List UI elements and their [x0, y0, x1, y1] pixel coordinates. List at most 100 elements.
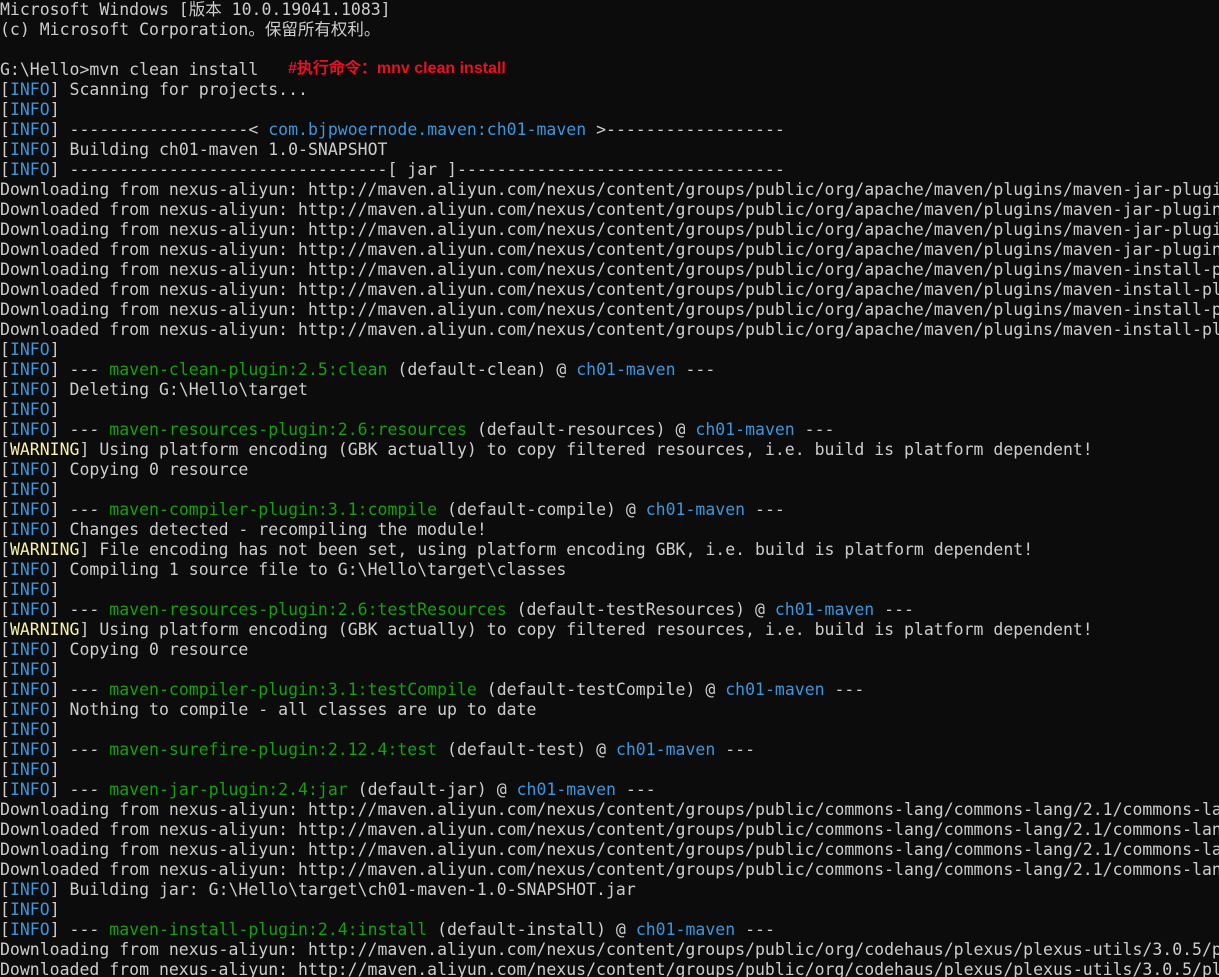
artifact-id: ch01-maven — [615, 740, 716, 759]
info-tag: INFO — [9, 760, 50, 779]
info-tag: INFO — [9, 900, 50, 919]
console-line: [INFO] Nothing to compile - all classes … — [0, 700, 537, 719]
line-text: File encoding has not been set, using pl… — [89, 540, 1034, 559]
console-line: Downloaded from nexus-aliyun: http://mav… — [0, 860, 1219, 880]
execution-id: (default-testResources) @ — [506, 600, 775, 619]
info-tag: INFO — [9, 560, 50, 579]
console-line: [WARNING] File encoding has not been set… — [0, 540, 1034, 559]
console-line: Downloaded from nexus-aliyun: http://mav… — [0, 960, 1219, 977]
info-tag: INFO — [9, 740, 50, 759]
warning-tag: WARNING — [9, 620, 80, 639]
artifact-id: ch01-maven — [695, 420, 795, 439]
info-tag: INFO — [9, 880, 50, 899]
separator: ------------------< — [59, 120, 269, 139]
console-line: Downloading from nexus-aliyun: http://ma… — [0, 260, 1219, 280]
info-tag: INFO — [9, 600, 50, 619]
annotation-note: #执行命令：mnv clean install — [288, 60, 506, 77]
line-text: Nothing to compile - all classes are up … — [59, 700, 537, 719]
plugin-goal: maven-compiler-plugin:3.1:testCompile — [109, 680, 477, 700]
info-tag: INFO — [9, 380, 50, 399]
console-line: Downloading from nexus-aliyun: http://ma… — [0, 800, 1219, 820]
console-line: [INFO] — [0, 340, 60, 359]
info-tag: INFO — [9, 520, 50, 539]
info-tag: INFO — [9, 80, 50, 99]
console-line: [INFO] Copying 0 resource — [0, 640, 249, 659]
plugin-goal: maven-resources-plugin:2.6:resources — [109, 420, 467, 440]
line-text: Downloading from nexus-aliyun: http://ma… — [0, 300, 1219, 319]
info-tag: INFO — [9, 160, 50, 179]
console-line: [INFO] Changes detected - recompiling th… — [0, 520, 487, 539]
artifact-id: ch01-maven — [516, 780, 616, 799]
info-tag: INFO — [9, 140, 50, 159]
console-line: [INFO] Building ch01-maven 1.0-SNAPSHOT — [0, 140, 388, 159]
info-tag: INFO — [9, 700, 50, 719]
info-tag: INFO — [9, 580, 50, 599]
info-tag: INFO — [9, 120, 50, 139]
line-text: Downloading from nexus-aliyun: http://ma… — [0, 180, 1219, 199]
console-line: [INFO] Scanning for projects... — [0, 80, 308, 99]
console-line: Downloading from nexus-aliyun: http://ma… — [0, 300, 1219, 320]
execution-id: (default-install) @ — [427, 920, 636, 939]
console-line: [INFO] Deleting G:\Hello\target — [0, 380, 308, 399]
line-text: Downloaded from nexus-aliyun: http://mav… — [0, 280, 1219, 299]
line-text: Copying 0 resource — [59, 640, 249, 659]
console-line: [INFO] Compiling 1 source file to G:\Hel… — [0, 560, 567, 579]
execution-id: (default-clean) @ — [387, 360, 577, 379]
line-text: Compiling 1 source file to G:\Hello\targ… — [59, 560, 567, 579]
line-text: Downloading from nexus-aliyun: http://ma… — [0, 220, 1219, 239]
terminal-output[interactable]: Microsoft Windows [版本 10.0.19041.1083] (c… — [0, 0, 1219, 977]
info-tag: INFO — [9, 680, 50, 699]
console-line: [INFO] — [0, 580, 60, 599]
line-text: Downloaded from nexus-aliyun: http://mav… — [0, 820, 1219, 839]
plugin-goal: maven-jar-plugin:2.4:jar — [109, 780, 348, 800]
plugin-goal: maven-surefire-plugin:2.12.4:test — [109, 740, 438, 760]
console-line: [INFO] — [0, 660, 60, 679]
info-tag: INFO — [9, 420, 50, 439]
line-text: (c) Microsoft Corporation。保留所有权利。 — [0, 20, 381, 39]
console-line: [INFO] --- maven-resources-plugin:2.6:re… — [0, 420, 1219, 440]
console-line: Downloading from nexus-aliyun: http://ma… — [0, 220, 1219, 240]
plugin-goal: maven-clean-plugin:2.5:clean — [109, 360, 388, 380]
line-text: Building jar: G:\Hello\target\ch01-maven… — [59, 880, 636, 899]
info-tag: INFO — [9, 340, 50, 359]
line-text: Downloaded from nexus-aliyun: http://mav… — [0, 320, 1219, 339]
line-text: Downloading from nexus-aliyun: http://ma… — [0, 940, 1219, 959]
console-line: [INFO] — [0, 900, 60, 919]
console-line: Downloaded from nexus-aliyun: http://mav… — [0, 240, 1219, 260]
line-text: Building ch01-maven 1.0-SNAPSHOT — [59, 140, 388, 159]
artifact-id: ch01-maven — [635, 920, 736, 939]
line-text: Downloaded from nexus-aliyun: http://mav… — [0, 200, 1219, 219]
command-prompt: G:\Hello> — [0, 60, 90, 79]
console-line: [INFO] — [0, 760, 60, 779]
line-text: --------------------------------[ jar ]-… — [59, 160, 785, 179]
line-text: Microsoft Windows [版本 10.0.19041.1083] — [0, 0, 391, 19]
info-tag: INFO — [9, 480, 50, 499]
console-line: Downloading from nexus-aliyun: http://ma… — [0, 840, 1219, 860]
info-tag: INFO — [9, 920, 50, 939]
console-line: [INFO] — [0, 100, 60, 119]
line-text: Downloading from nexus-aliyun: http://ma… — [0, 800, 1219, 819]
console-line: [WARNING] Using platform encoding (GBK a… — [0, 440, 1093, 459]
console-line: [INFO] ------------------< com.bjpwoerno… — [0, 120, 785, 139]
line-text: Changes detected - recompiling the modul… — [59, 520, 487, 539]
console-line: [INFO] --- maven-compiler-plugin:3.1:tes… — [0, 680, 1219, 700]
info-tag: INFO — [9, 500, 50, 519]
info-tag: INFO — [9, 780, 50, 799]
console-line: [INFO] --------------------------------[… — [0, 160, 785, 179]
console-line: [INFO] Building jar: G:\Hello\target\ch0… — [0, 880, 636, 899]
line-text: Downloading from nexus-aliyun: http://ma… — [0, 260, 1219, 279]
info-tag: INFO — [9, 660, 50, 679]
console-line: (c) Microsoft Corporation。保留所有权利。 — [0, 20, 1219, 40]
console-line: [INFO] Copying 0 resource — [0, 460, 249, 479]
line-text: Using platform encoding (GBK actually) t… — [89, 440, 1093, 459]
execution-id: (default-test) @ — [437, 740, 616, 759]
line-text: Copying 0 resource — [59, 460, 249, 479]
console-line: [INFO] --- maven-jar-plugin:2.4:jar (def… — [0, 780, 1219, 800]
console-line: [INFO] --- maven-install-plugin:2.4:inst… — [0, 920, 1219, 940]
execution-id: (default-compile) @ — [437, 500, 646, 519]
line-text: Downloading from nexus-aliyun: http://ma… — [0, 840, 1219, 859]
console-line: Downloading from nexus-aliyun: http://ma… — [0, 180, 1219, 200]
console-line: Downloading from nexus-aliyun: http://ma… — [0, 940, 1219, 960]
console-line: Downloaded from nexus-aliyun: http://mav… — [0, 200, 1219, 220]
